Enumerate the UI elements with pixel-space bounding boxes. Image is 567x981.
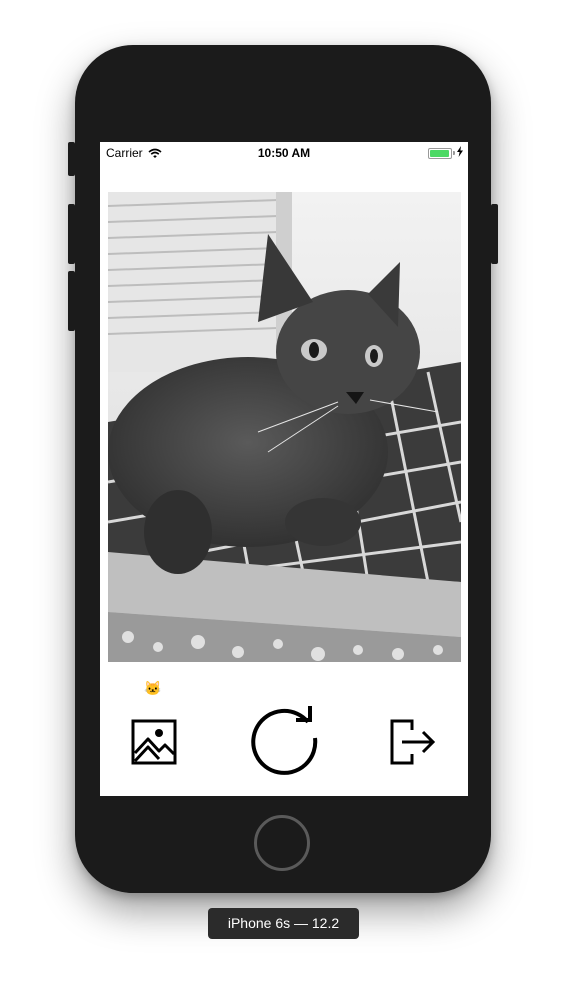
battery-icon — [428, 148, 452, 159]
simulator-device-label: iPhone 6s — 12.2 — [208, 908, 359, 939]
refresh-button[interactable] — [244, 698, 324, 778]
power-button — [491, 204, 498, 264]
battery-tip — [453, 151, 455, 155]
status-time: 10:50 AM — [257, 146, 311, 160]
cat-photo-illustration — [108, 192, 461, 662]
image-gallery-icon — [131, 719, 177, 765]
charging-bolt-icon — [457, 146, 463, 157]
home-button[interactable] — [254, 815, 310, 871]
cat-photo — [108, 192, 461, 662]
status-bar: Carrier 10:50 AM — [100, 142, 468, 164]
cat-emoji-badge: 🐱 — [144, 680, 162, 696]
silent-switch — [68, 142, 75, 176]
volume-down-button — [68, 271, 75, 331]
volume-up-button — [68, 204, 75, 264]
screen: Carrier 10:50 AM 🐱 — [100, 142, 468, 796]
exit-button[interactable] — [386, 716, 438, 768]
refresh-icon — [251, 706, 318, 775]
exit-icon — [390, 719, 436, 765]
gallery-button[interactable] — [128, 716, 180, 768]
